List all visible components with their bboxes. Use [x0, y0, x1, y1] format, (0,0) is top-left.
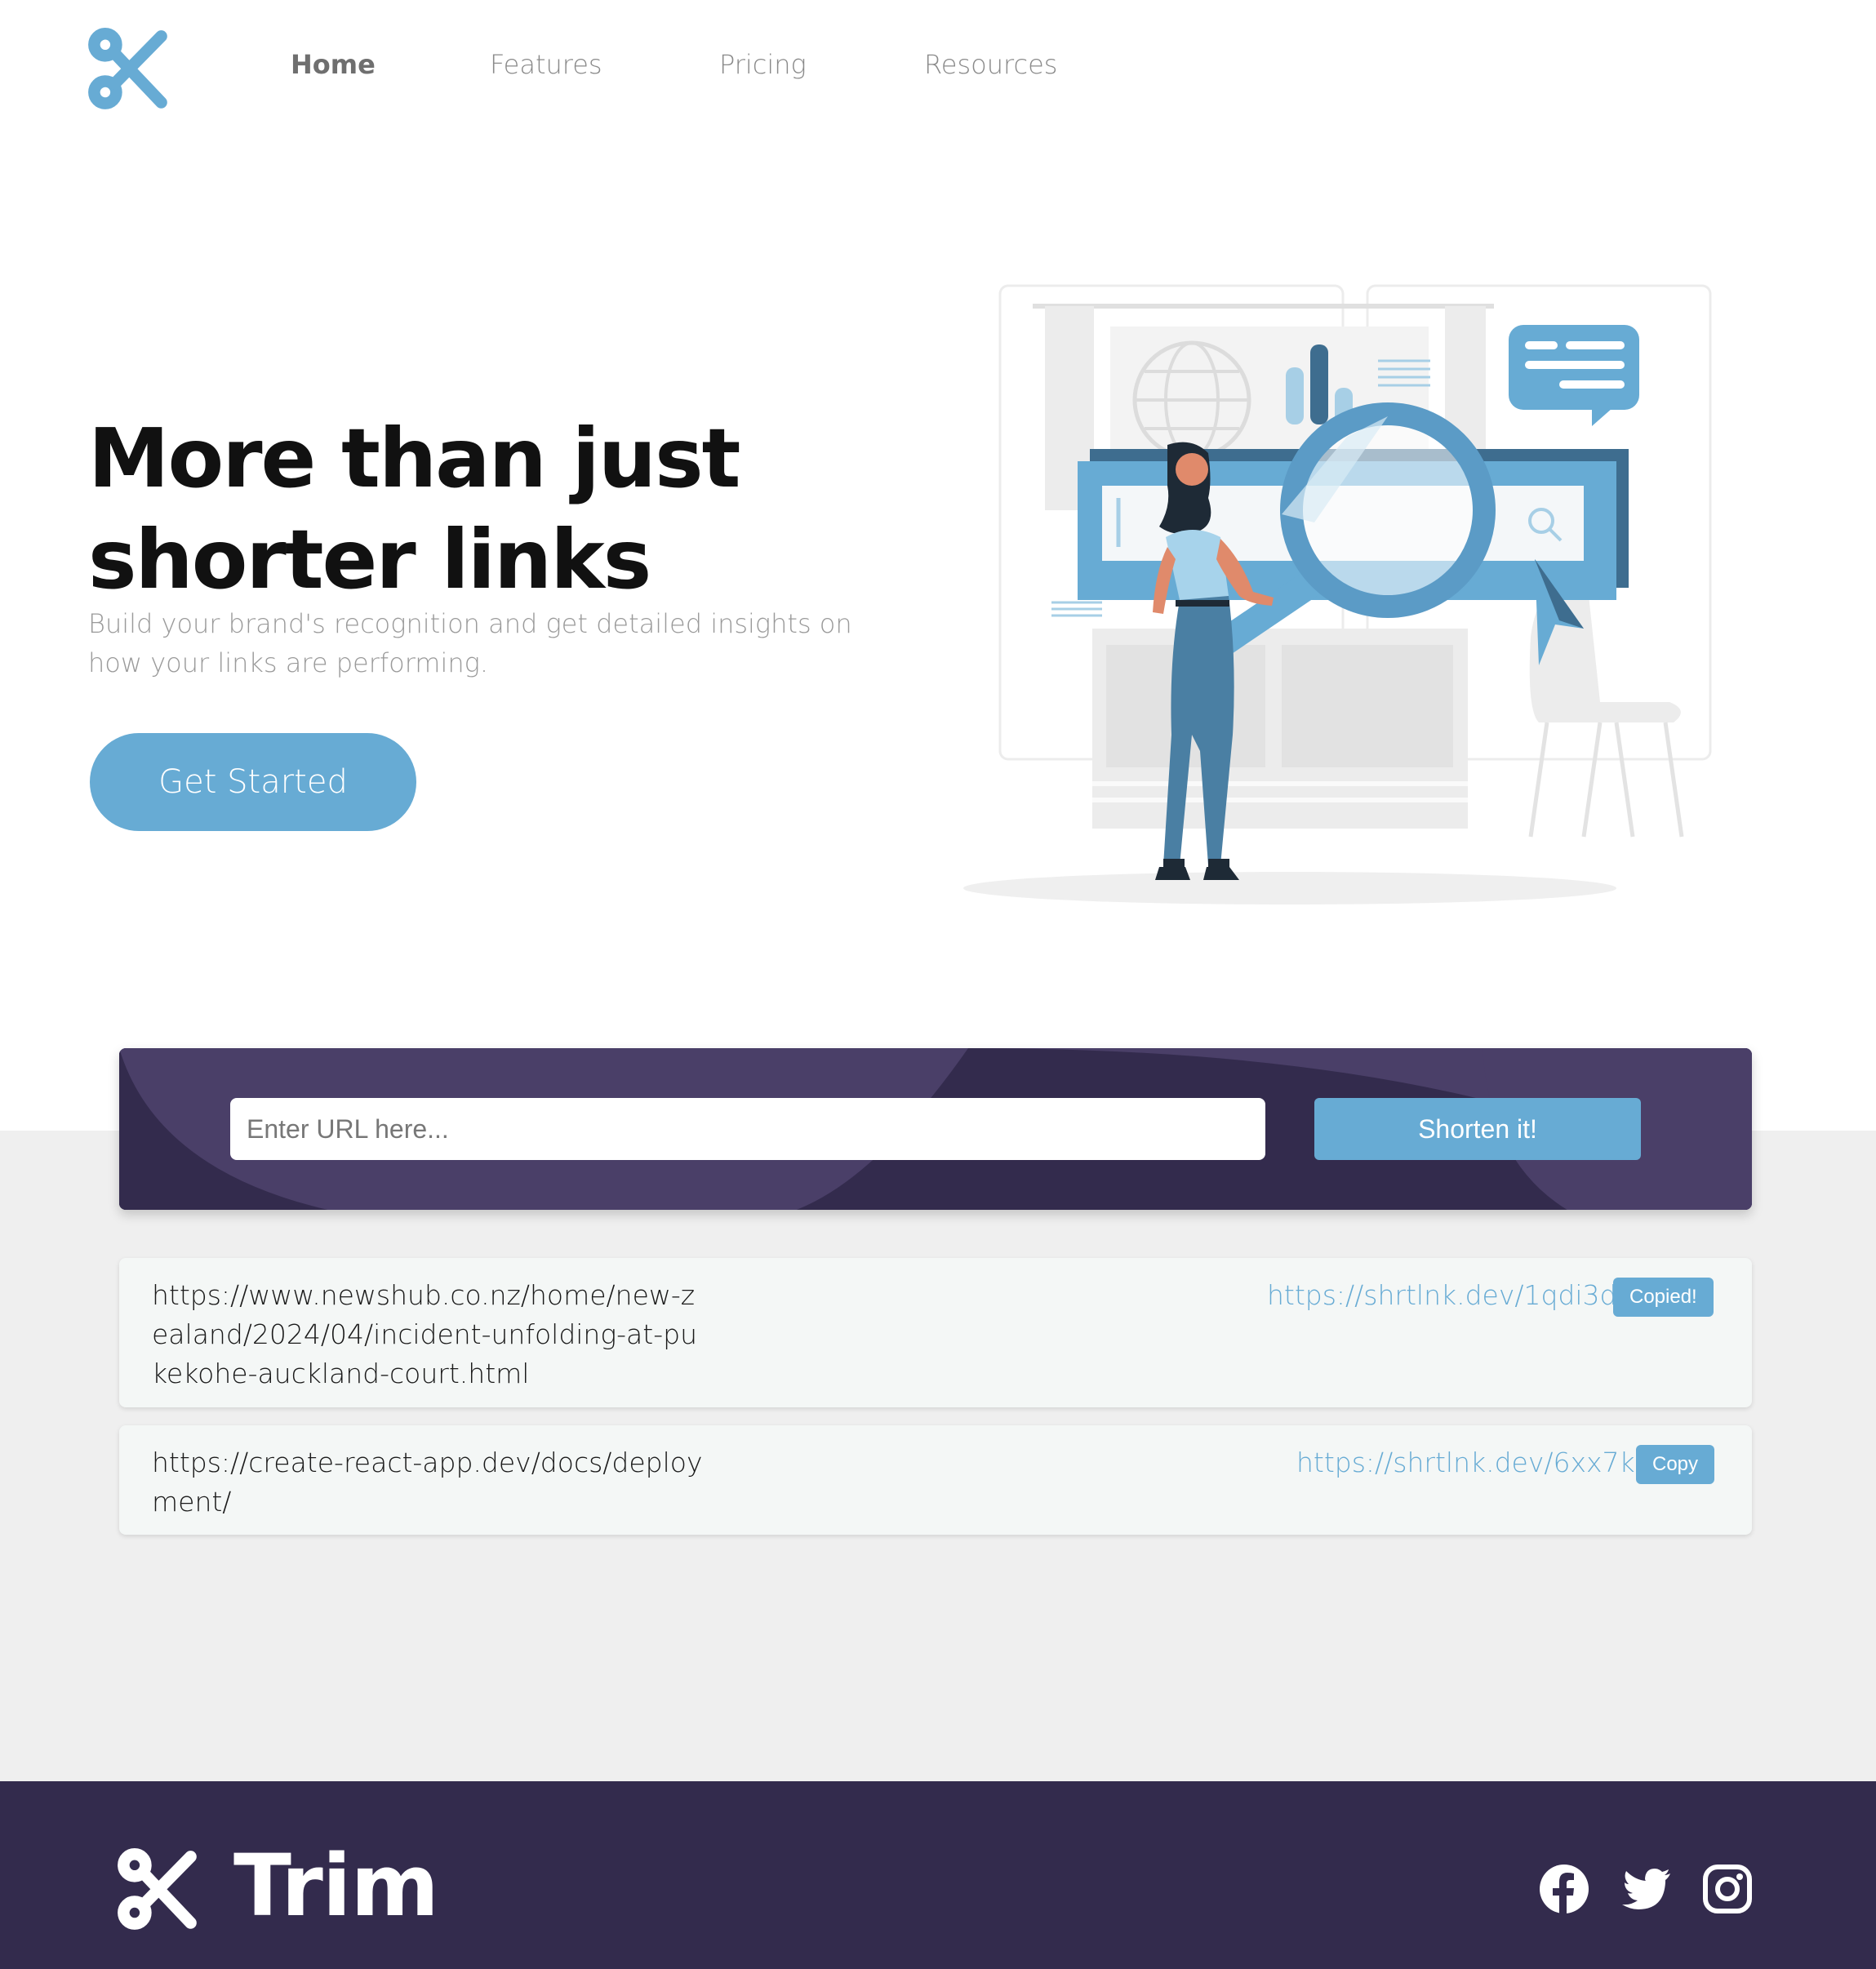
hero-illustration — [963, 284, 1712, 904]
instagram-icon[interactable] — [1701, 1863, 1754, 1915]
footer-brand: Trim — [233, 1836, 439, 1936]
result-row: https://create-react-app.dev/docs/deploy… — [119, 1425, 1752, 1535]
hero-subtitle: Build your brand's recognition and get d… — [88, 608, 852, 678]
hero-title: More than just shorter links — [88, 408, 823, 611]
copy-button[interactable]: Copy — [1636, 1445, 1715, 1484]
nav-features[interactable]: Features — [490, 49, 602, 80]
facebook-icon[interactable] — [1538, 1863, 1590, 1915]
header: Home Features Pricing Resources — [0, 0, 1876, 139]
original-url: https://www.newshub.co.nz/home/new-zeala… — [152, 1279, 697, 1389]
scissors-logo-icon[interactable] — [87, 28, 171, 113]
result-row: https://www.newshub.co.nz/home/new-zeala… — [119, 1258, 1752, 1407]
short-url-link[interactable]: https://shrtlnk.dev/1qdi3d — [1267, 1276, 1616, 1315]
twitter-icon[interactable] — [1620, 1863, 1672, 1915]
nav-resources[interactable]: Resources — [924, 49, 1057, 80]
original-url: https://create-react-app.dev/docs/deploy… — [152, 1447, 703, 1518]
url-input[interactable] — [230, 1098, 1265, 1160]
nav-home[interactable]: Home — [291, 49, 376, 80]
short-url-link[interactable]: https://shrtlnk.dev/6xx7kx — [1296, 1443, 1651, 1482]
copy-button[interactable]: Copied! — [1613, 1278, 1714, 1317]
hero-title-line2: shorter links — [88, 512, 651, 607]
hero-title-line1: More than just — [88, 411, 740, 506]
page: Home Features Pricing Resources More tha… — [0, 0, 1876, 1969]
scissors-logo-icon[interactable] — [116, 1848, 201, 1933]
shorten-panel: Shorten it! — [119, 1048, 1752, 1210]
footer: Trim — [0, 1781, 1876, 1969]
get-started-button[interactable]: Get Started — [90, 733, 416, 831]
shorten-button[interactable]: Shorten it! — [1314, 1098, 1641, 1160]
nav-pricing[interactable]: Pricing — [719, 49, 807, 80]
